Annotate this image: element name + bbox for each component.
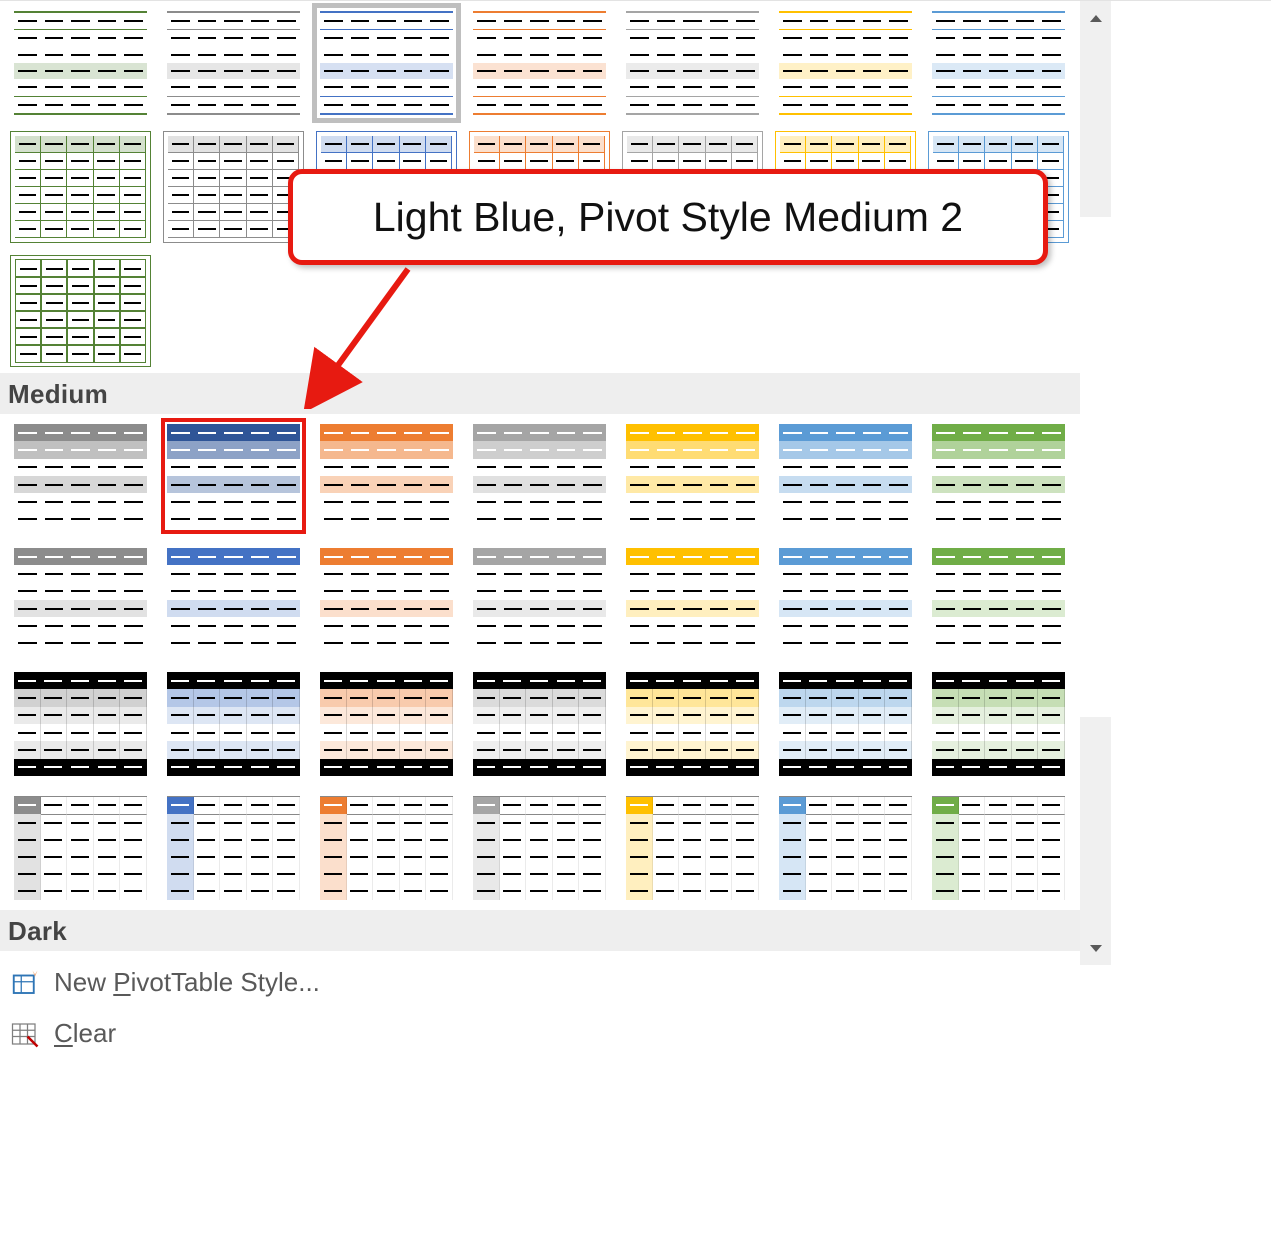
style-swatch[interactable] (928, 420, 1069, 532)
style-swatch[interactable] (10, 420, 151, 532)
medium-row-3 (0, 662, 1080, 786)
light-row (0, 249, 1080, 373)
style-swatch[interactable] (928, 792, 1069, 904)
style-swatch[interactable] (928, 668, 1069, 780)
style-swatch[interactable] (316, 544, 457, 656)
style-swatch[interactable] (775, 7, 916, 119)
style-swatch[interactable] (316, 792, 457, 904)
medium-row-1 (0, 414, 1080, 538)
style-swatch[interactable] (775, 668, 916, 780)
style-swatch-highlighted[interactable] (163, 420, 304, 532)
scrollbar-thumb[interactable] (1080, 217, 1111, 717)
callout-box: Light Blue, Pivot Style Medium 2 (288, 169, 1048, 265)
style-swatch[interactable] (928, 544, 1069, 656)
style-swatch[interactable] (10, 544, 151, 656)
style-swatch[interactable] (622, 7, 763, 119)
style-swatch[interactable] (928, 7, 1069, 119)
menu-label: ClearClear (54, 1018, 116, 1049)
style-swatch[interactable] (163, 131, 304, 243)
style-swatch[interactable] (775, 420, 916, 532)
gallery-footer: New PivotTable Style...New PivotTable St… (0, 957, 1110, 1059)
style-scroll-area: Medium (0, 1, 1080, 965)
style-swatch[interactable] (316, 420, 457, 532)
style-swatch[interactable] (775, 544, 916, 656)
style-swatch[interactable] (10, 255, 151, 367)
style-swatch[interactable] (622, 420, 763, 532)
section-label: Dark (8, 916, 67, 946)
style-swatch[interactable] (622, 792, 763, 904)
style-swatch[interactable] (163, 792, 304, 904)
style-swatch[interactable] (316, 668, 457, 780)
medium-row-2 (0, 538, 1080, 662)
vertical-scrollbar[interactable] (1080, 1, 1111, 965)
section-header-dark: Dark (0, 910, 1080, 951)
style-swatch[interactable] (469, 7, 610, 119)
style-swatch[interactable] (469, 544, 610, 656)
light-row-continuation (0, 1, 1080, 125)
style-swatch[interactable] (622, 544, 763, 656)
chevron-up-icon (1090, 15, 1102, 22)
clear-style-button[interactable]: ClearClear (0, 1008, 1110, 1059)
style-swatch[interactable] (469, 420, 610, 532)
style-swatch[interactable] (163, 7, 304, 119)
style-swatch[interactable] (775, 792, 916, 904)
section-label: Medium (8, 379, 108, 409)
new-style-icon (10, 968, 40, 998)
section-header-medium: Medium (0, 373, 1080, 414)
style-swatch[interactable] (10, 7, 151, 119)
style-swatch[interactable] (469, 668, 610, 780)
style-swatch[interactable] (163, 544, 304, 656)
pivot-style-gallery: Medium (0, 0, 1271, 1233)
callout-text: Light Blue, Pivot Style Medium 2 (373, 194, 963, 241)
style-swatch[interactable] (163, 668, 304, 780)
clear-icon (10, 1019, 40, 1049)
scroll-up-button[interactable] (1080, 1, 1111, 35)
style-swatch[interactable] (10, 668, 151, 780)
style-swatch[interactable] (10, 131, 151, 243)
new-pivottable-style-button[interactable]: New PivotTable Style...New PivotTable St… (0, 957, 1110, 1008)
chevron-down-icon (1090, 945, 1102, 952)
menu-label: New PivotTable Style...New PivotTable St… (54, 967, 320, 998)
style-swatch-selected[interactable] (316, 7, 457, 119)
style-swatch[interactable] (622, 668, 763, 780)
scrollbar-track[interactable] (1080, 35, 1111, 931)
style-swatch[interactable] (469, 792, 610, 904)
style-swatch[interactable] (10, 792, 151, 904)
medium-row-4 (0, 786, 1080, 910)
